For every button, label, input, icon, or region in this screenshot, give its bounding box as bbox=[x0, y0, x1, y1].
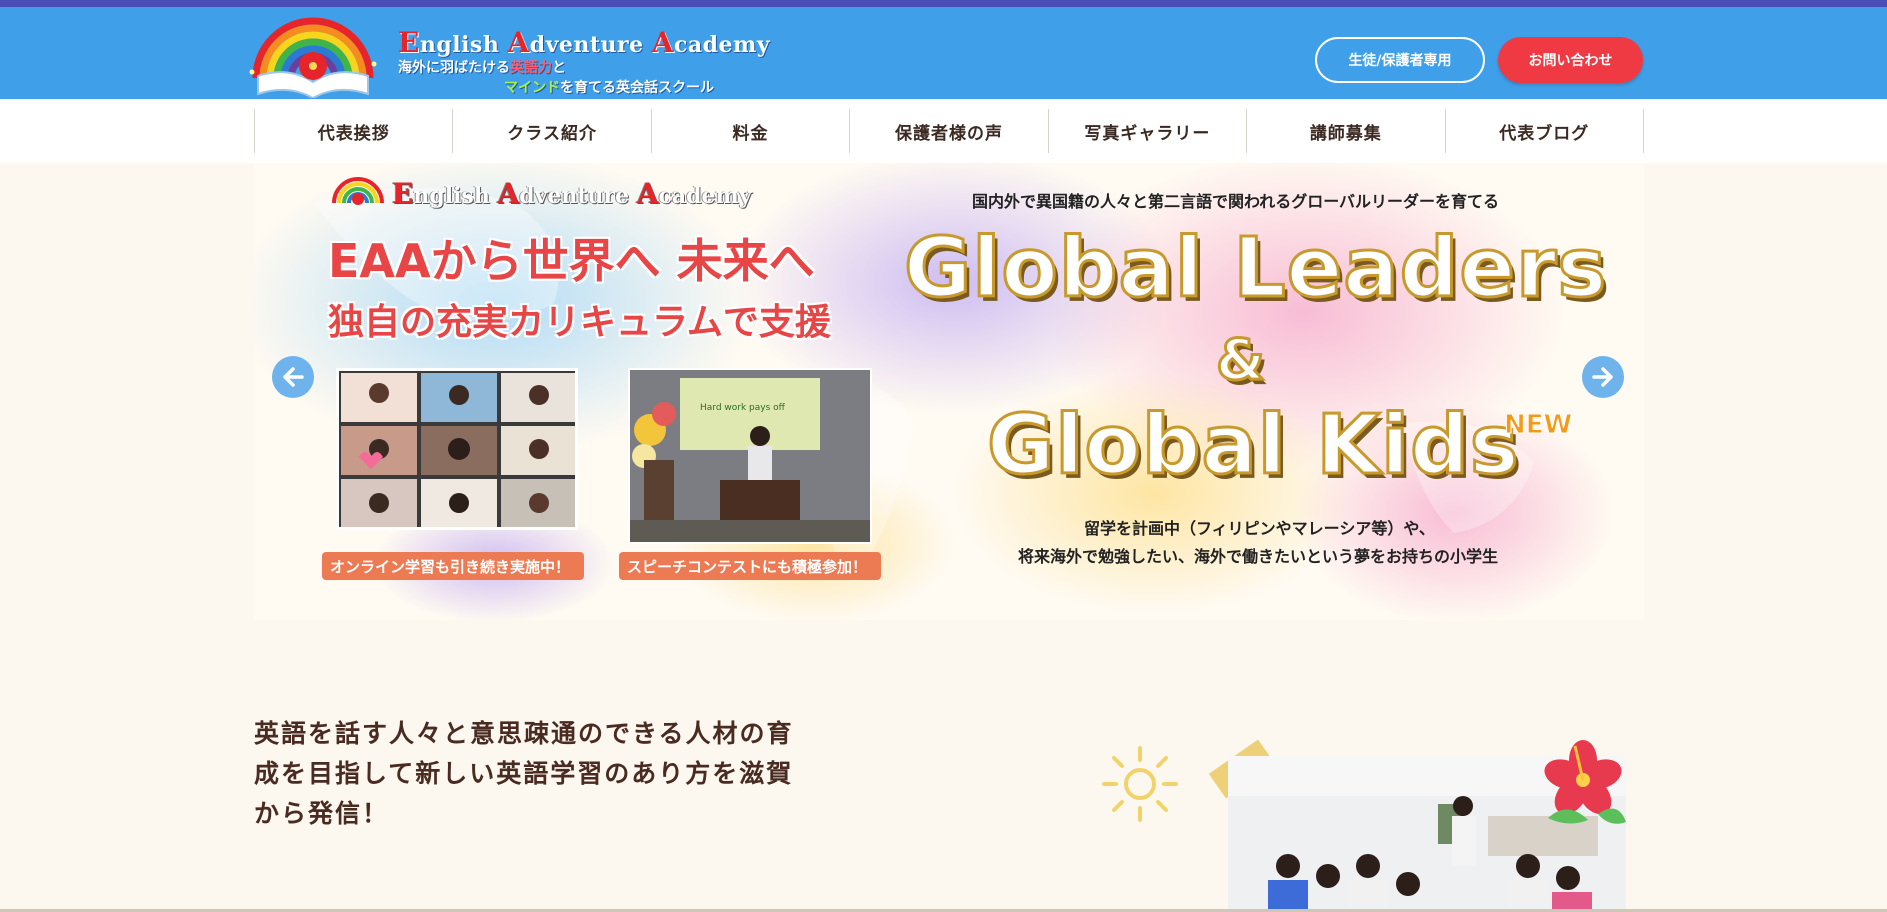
hibiscus-icon bbox=[1544, 740, 1626, 824]
member-area-button[interactable]: 生徒/保護者専用 bbox=[1315, 37, 1485, 83]
brand-name: English Adventure Academy bbox=[398, 26, 771, 59]
arrow-left-icon bbox=[283, 367, 304, 387]
online-learning-caption: オンライン学習も引き続き実施中！ bbox=[322, 552, 584, 580]
online-class-photo bbox=[336, 368, 578, 530]
hero-description-line1: 留学を計画中（フィリピンやマレーシア等）や、 bbox=[1084, 519, 1435, 538]
arrow-right-icon bbox=[1592, 367, 1613, 387]
nav-item-recruit[interactable]: 講師募集 bbox=[1246, 109, 1444, 153]
ampersand-text: & bbox=[1215, 327, 1267, 395]
global-leaders-text: Global Leaders bbox=[902, 220, 1608, 318]
slider-prev-button[interactable] bbox=[272, 356, 314, 398]
tagline-line1: 海外に羽ばたける英語力と bbox=[398, 60, 566, 76]
slide-text: Hard work pays off bbox=[700, 403, 786, 413]
slider-next-button[interactable] bbox=[1582, 356, 1624, 398]
nav-item-greeting[interactable]: 代表挨拶 bbox=[254, 109, 452, 153]
contact-button[interactable]: お問い合わせ bbox=[1498, 37, 1643, 83]
mini-rainbow-logo-icon bbox=[332, 177, 384, 205]
nav-item-blog[interactable]: 代表ブログ bbox=[1444, 109, 1644, 153]
nav-item-fees[interactable]: 料金 bbox=[650, 109, 849, 153]
sun-doodle-icon bbox=[1102, 746, 1178, 822]
tagline-line2: マインドを育てる英会話スクール bbox=[504, 80, 714, 96]
global-kids-text: Global Kids bbox=[986, 397, 1521, 495]
hero-headline: EAAから世界へ 未来へ bbox=[328, 234, 815, 288]
hero-description-line2: 将来海外で勉強したい、海外で働きたいという夢をお持ちの小学生 bbox=[1018, 547, 1499, 566]
nav-item-parent-voices[interactable]: 保護者様の声 bbox=[849, 109, 1047, 153]
intro-heading: 英語を話す人々と意思疎通のできる人材の育成を目指して新しい英語学習のあり方を滋賀… bbox=[254, 719, 794, 828]
nav-item-classes[interactable]: クラス紹介 bbox=[452, 109, 650, 153]
hero-brand-name: English Adventure Academy bbox=[392, 177, 752, 210]
speech-contest-photo: Hard work pays off bbox=[628, 368, 872, 544]
hero-slider[interactable]: English Adventure Academy EAAから世界へ 未来へ 独… bbox=[254, 163, 1644, 620]
main-nav: 代表挨拶 クラス紹介 料金 保護者様の声 写真ギャラリー 講師募集 代表ブログ bbox=[254, 109, 1644, 153]
video-call-grid-image bbox=[339, 371, 575, 527]
nav-item-gallery[interactable]: 写真ギャラリー bbox=[1047, 109, 1246, 153]
hero-subheadline: 独自の充実カリキュラムで支援 bbox=[328, 302, 831, 343]
hero-logo: English Adventure Academy bbox=[330, 171, 820, 211]
site-logo[interactable]: English Adventure Academy 海外に羽ばたける英語力と マ… bbox=[248, 16, 770, 98]
top-stripe bbox=[0, 0, 1887, 7]
speech-contest-caption: スピーチコンテストにも積極参加！ bbox=[619, 552, 881, 580]
new-badge: NEW bbox=[1503, 410, 1573, 441]
speech-stage-image: Hard work pays off bbox=[630, 370, 870, 542]
site-header: English Adventure Academy 海外に羽ばたける英語力と マ… bbox=[0, 7, 1887, 99]
hero-subtitle: 国内外で異国籍の人々と第二言語で関われるグローバルリーダーを育てる bbox=[972, 192, 1500, 211]
rainbow-book-logo-icon bbox=[249, 17, 377, 98]
